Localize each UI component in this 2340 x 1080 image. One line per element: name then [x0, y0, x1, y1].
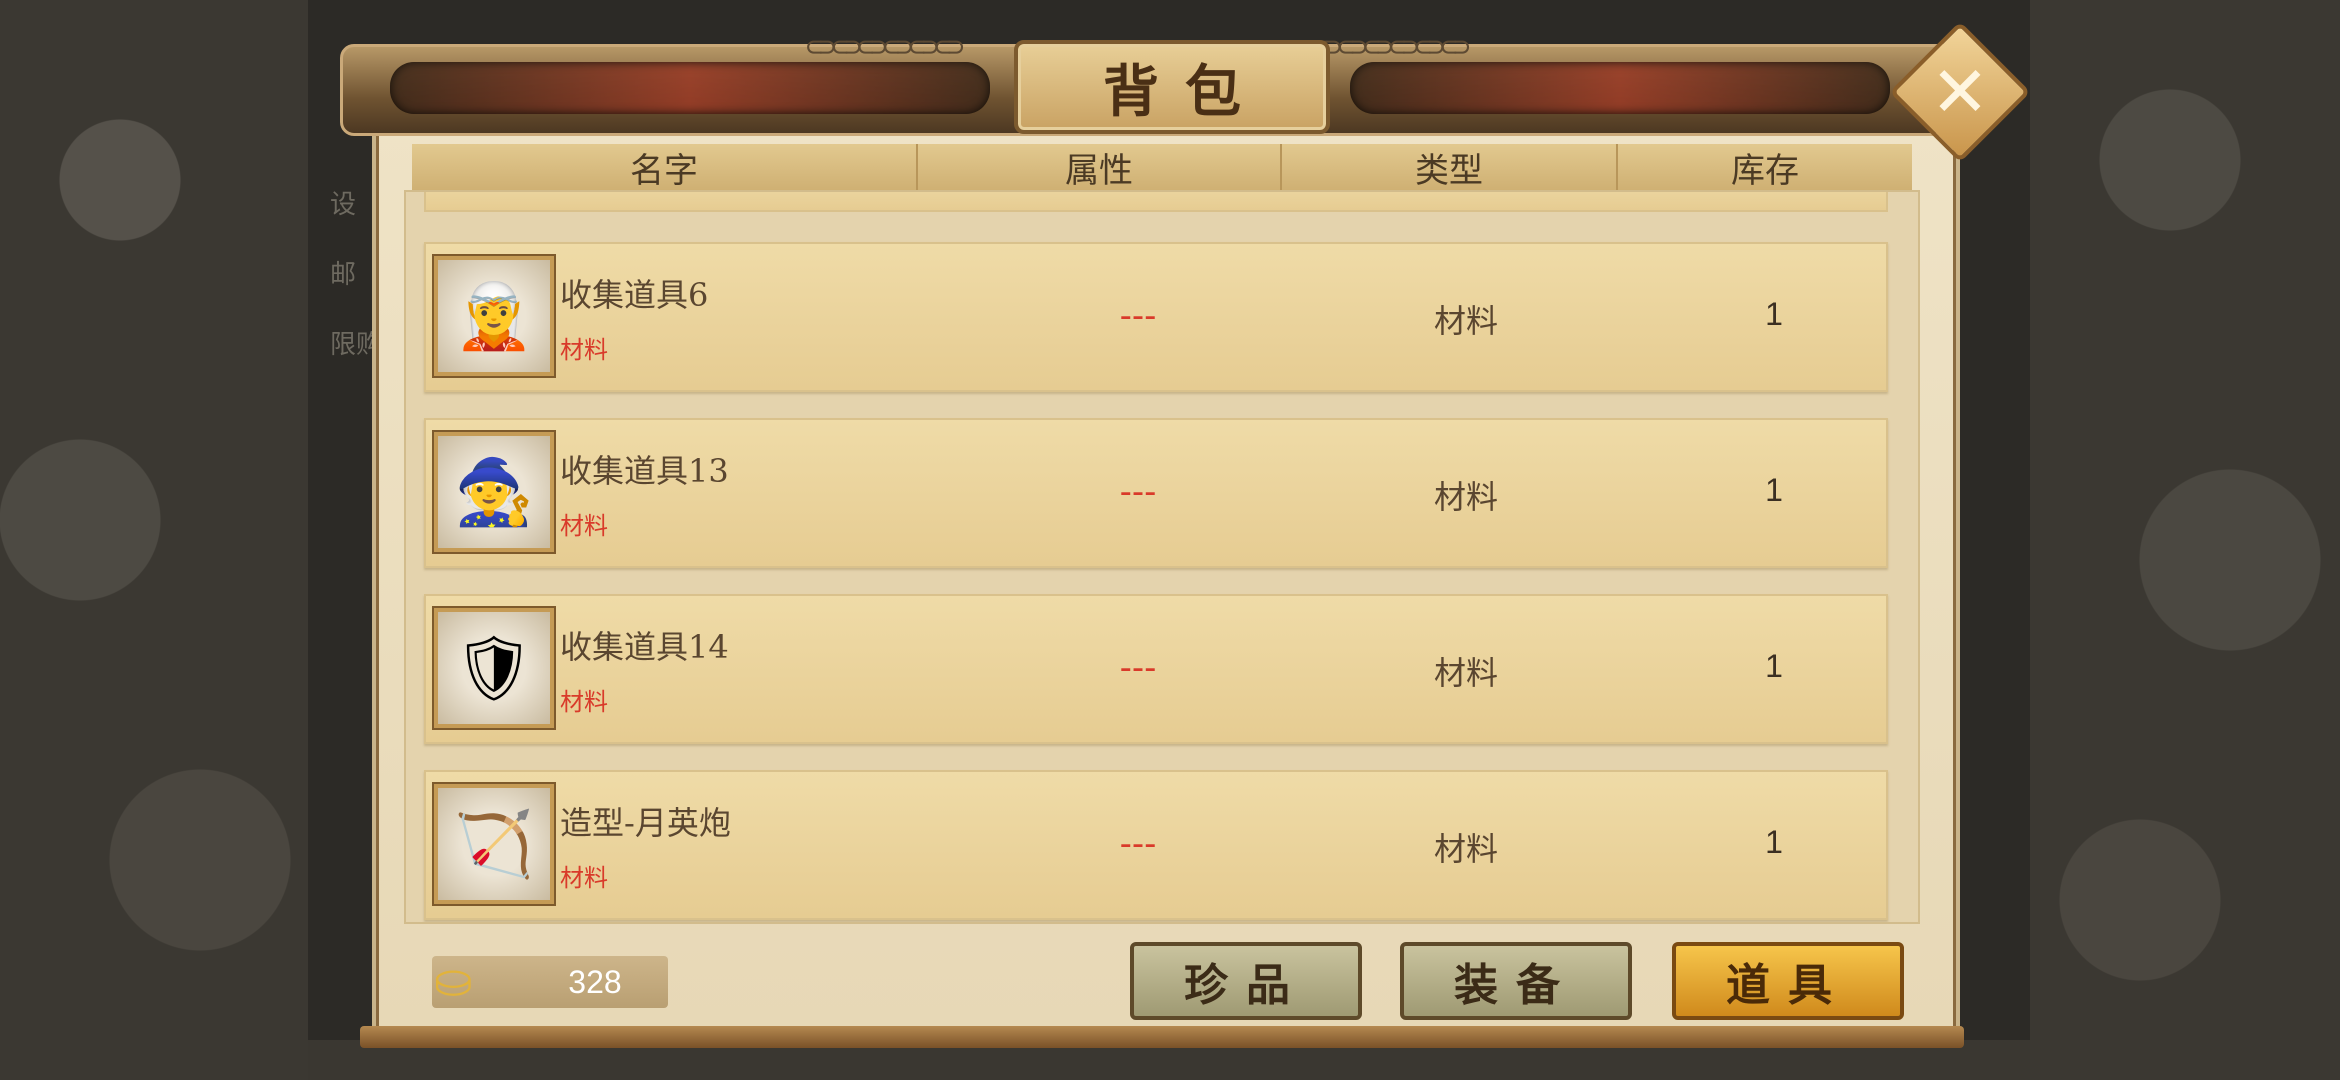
tab-equipment[interactable]: 装备 — [1400, 942, 1632, 1020]
item-attribute: --- — [1119, 296, 1157, 336]
page-title: 背包 — [1103, 58, 1267, 125]
panel-bottom-frame — [360, 1026, 1964, 1048]
item-stock: 1 — [1765, 824, 1783, 860]
tab-treasures[interactable]: 珍品 — [1130, 942, 1362, 1020]
column-header-name: 名字 — [412, 144, 918, 191]
item-type: 材料 — [1433, 654, 1498, 692]
table-header: 名字 属性 类型 库存 — [412, 144, 1912, 192]
background-right — [2030, 0, 2340, 1080]
robed-general-icon: 🧙 — [434, 432, 554, 552]
title-plaque: 背包 — [1014, 40, 1330, 134]
item-subtype: 材料 — [560, 512, 608, 540]
item-name: 收集道具14 — [560, 628, 729, 666]
gold-ingot-icon: ⛀ — [434, 953, 473, 1007]
item-attribute: --- — [1119, 648, 1157, 688]
item-subtype: 材料 — [560, 336, 608, 364]
column-header-stock: 库存 — [1731, 150, 1799, 191]
item-stock: 1 — [1765, 472, 1783, 508]
list-item[interactable]: 🧝 收集道具6 材料 --- 材料 1 — [424, 242, 1888, 392]
item-type: 材料 — [1433, 302, 1498, 340]
item-name: 收集道具6 — [560, 276, 709, 314]
item-subtype: 材料 — [560, 688, 608, 716]
list-item[interactable]: 🧙 收集道具13 材料 --- 材料 1 — [424, 418, 1888, 568]
golden-armored-warrior-icon: 🛡 — [434, 608, 554, 728]
list-item[interactable]: 🏹 造型-月英炮 材料 --- 材料 1 — [424, 770, 1888, 920]
gold-value: 328 — [568, 964, 622, 1000]
item-attribute: --- — [1119, 824, 1157, 864]
item-subtype: 材料 — [560, 864, 608, 892]
item-name: 收集道具13 — [560, 452, 729, 490]
item-attribute: --- — [1119, 472, 1157, 512]
item-list[interactable]: 🧝 收集道具6 材料 --- 材料 1 🧙 收集道具13 材料 --- 材料 1… — [404, 190, 1920, 924]
item-type: 材料 — [1433, 478, 1498, 516]
background-left — [0, 0, 308, 1080]
item-stock: 1 — [1765, 648, 1783, 684]
ice-warrior-icon: 🧝 — [434, 256, 554, 376]
list-item-partial[interactable] — [424, 192, 1888, 212]
siege-cannon-icon: 🏹 — [434, 784, 554, 904]
column-header-type: 类型 — [1282, 144, 1618, 191]
close-icon[interactable]: ✕ — [1910, 42, 2010, 142]
item-stock: 1 — [1765, 296, 1783, 332]
list-item[interactable]: 🛡 收集道具14 材料 --- 材料 1 — [424, 594, 1888, 744]
chain-right-icon: ⊂⊃⊂⊃⊂⊃⊂⊃⊂⊃⊂⊃ — [1312, 30, 1470, 63]
tab-items[interactable]: 道具 — [1672, 942, 1904, 1020]
item-type: 材料 — [1433, 830, 1498, 868]
header-ornament-right — [1350, 62, 1890, 114]
column-header-attribute: 属性 — [918, 144, 1282, 191]
chain-left-icon: ⊂⊃⊂⊃⊂⊃⊂⊃⊂⊃⊂⊃ — [806, 30, 964, 63]
header-ornament-left — [390, 62, 990, 114]
item-name: 造型-月英炮 — [560, 804, 731, 842]
